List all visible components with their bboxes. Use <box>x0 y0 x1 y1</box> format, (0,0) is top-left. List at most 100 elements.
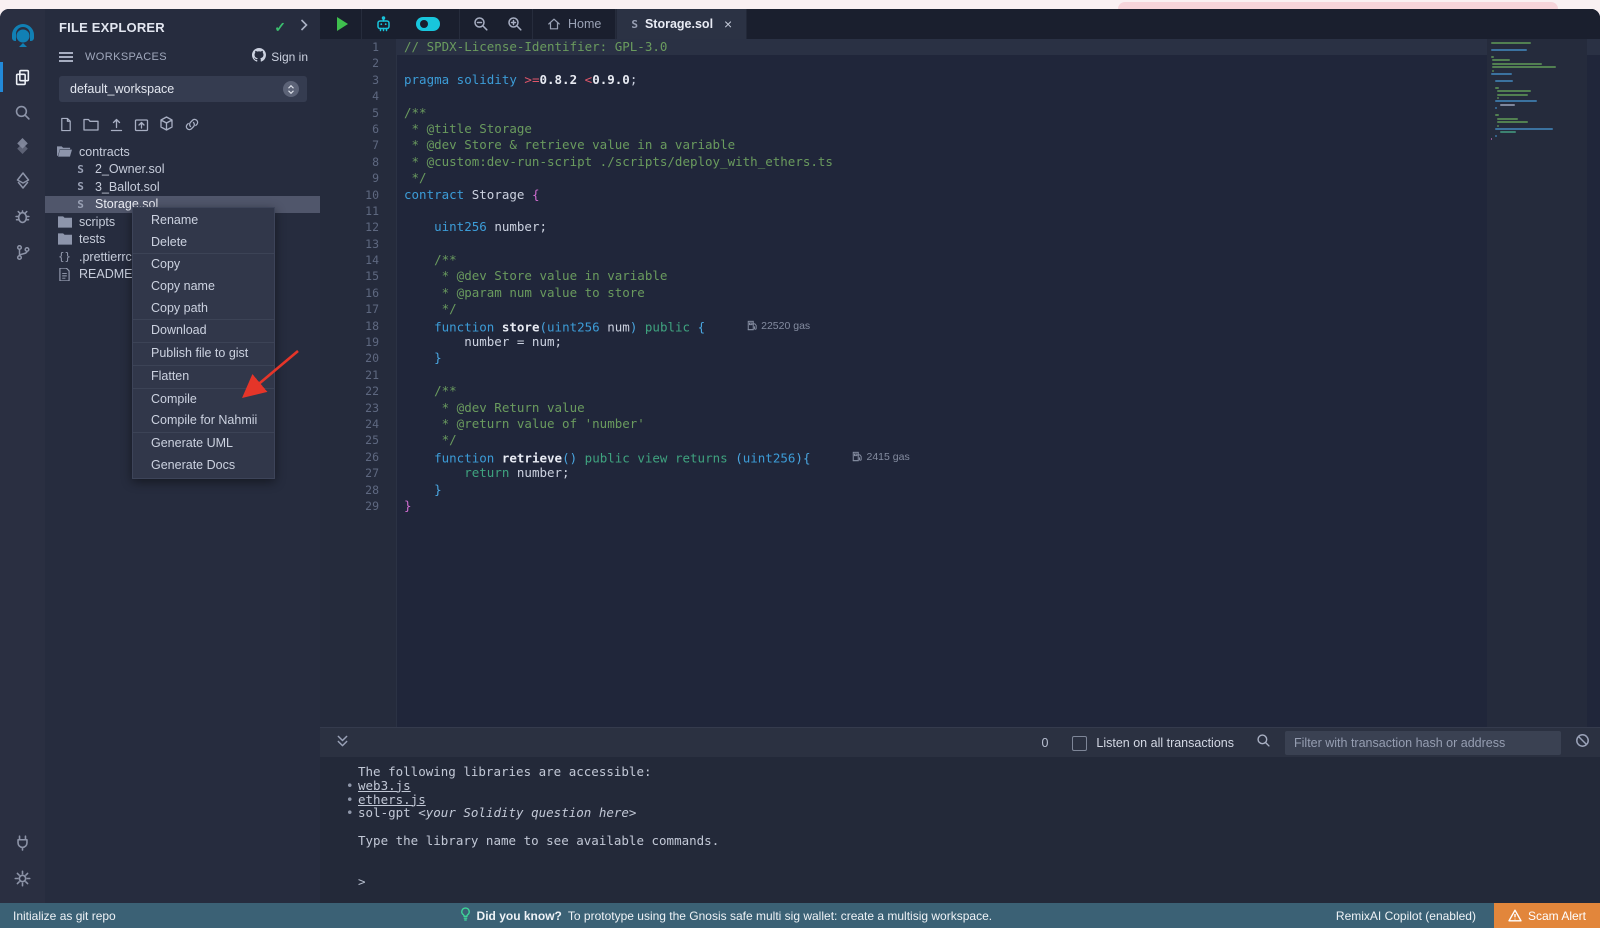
terminal-solgpt-line: sol-gpt <your Solidity question here> <box>358 806 1600 820</box>
workspace-select[interactable]: default_workspace <box>59 76 307 102</box>
run-script-button[interactable] <box>320 9 357 39</box>
terminal-link-web3-js[interactable]: web3.js <box>358 778 411 793</box>
line-number: 16 <box>320 285 396 301</box>
solidity-icon: S <box>73 180 88 193</box>
tree-item-label: tests <box>79 232 105 246</box>
minimap[interactable] <box>1487 39 1587 727</box>
context-menu-item-compile-for-nahmii[interactable]: Compile for Nahmii <box>133 410 274 432</box>
did-you-know-tip: Did you know? To prototype using the Gno… <box>116 907 1336 924</box>
context-menu-item-flatten[interactable]: Flatten <box>133 365 274 388</box>
status-bar: Initialize as git repo Did you know? To … <box>0 903 1600 928</box>
sidebar-deploy-run-icon[interactable] <box>0 163 45 197</box>
sidebar-settings-icon[interactable] <box>0 861 45 895</box>
line-number: 20 <box>320 350 396 366</box>
context-menu-item-generate-uml[interactable]: Generate UML <box>133 432 274 455</box>
folder-open-icon <box>57 145 72 158</box>
context-menu-item-rename[interactable]: Rename <box>133 210 274 232</box>
terminal-lib-line: web3.js <box>358 779 1600 793</box>
chevron-right-icon[interactable] <box>300 18 308 36</box>
context-menu-item-copy[interactable]: Copy <box>133 253 274 276</box>
context-menu-item-publish-file-to-gist[interactable]: Publish file to gist <box>133 342 274 365</box>
upload-folder-icon[interactable] <box>134 117 149 137</box>
copilot-status[interactable]: RemixAI Copilot (enabled) <box>1336 909 1476 923</box>
check-icon: ✓ <box>274 19 286 36</box>
solidity-file-icon: S <box>631 18 638 31</box>
tab-close-icon[interactable]: × <box>724 16 732 32</box>
listen-transactions-checkbox[interactable] <box>1072 736 1087 751</box>
clear-console-icon[interactable] <box>1575 733 1590 753</box>
line-number: 13 <box>320 236 396 252</box>
transaction-filter-input[interactable] <box>1285 731 1561 755</box>
line-number: 24 <box>320 416 396 432</box>
code-line-21: 21 <box>320 367 1600 383</box>
scam-alert-button[interactable]: Scam Alert <box>1494 903 1600 928</box>
code-line-29: 29} <box>320 498 1600 514</box>
init-git-repo-button[interactable]: Initialize as git repo <box>0 909 116 923</box>
tree-item-contracts[interactable]: contracts <box>45 143 320 161</box>
code-editor[interactable]: 1// SPDX-License-Identifier: GPL-3.023pr… <box>320 39 1600 727</box>
line-number: 8 <box>320 154 396 170</box>
line-number: 2 <box>320 55 396 71</box>
remix-logo-icon[interactable] <box>0 17 45 57</box>
sign-in-button[interactable]: Sign in <box>252 48 308 65</box>
new-folder-icon[interactable] <box>83 117 99 137</box>
terminal-prompt[interactable]: > <box>358 875 1600 889</box>
terminal-intro-line: The following libraries are accessible: <box>358 765 1600 779</box>
code-line-27: 27 return number; <box>320 465 1600 481</box>
code-line-6: 6 * @title Storage <box>320 121 1600 137</box>
tree-item-3-ballot-sol[interactable]: S 3_Ballot.sol <box>45 178 320 196</box>
line-number: 29 <box>320 498 396 514</box>
ai-copilot-icon[interactable] <box>366 9 401 39</box>
code-line-10: 10contract Storage { <box>320 187 1600 203</box>
tab-storage-sol[interactable]: S Storage.sol × <box>616 9 747 39</box>
zoom-out-icon[interactable] <box>464 9 498 39</box>
tree-item-2-owner-sol[interactable]: S2_Owner.sol <box>45 161 320 179</box>
line-number: 1 <box>320 39 396 55</box>
cube-icon[interactable] <box>159 116 174 137</box>
sidebar-debugger-icon[interactable] <box>0 199 45 233</box>
context-menu-item-delete[interactable]: Delete <box>133 232 274 254</box>
transaction-count-badge: 0 <box>1041 736 1048 750</box>
sidebar-git-icon[interactable] <box>0 235 45 269</box>
copilot-toggle[interactable] <box>401 9 455 39</box>
zoom-in-icon[interactable] <box>498 9 532 39</box>
terminal-output[interactable]: The following libraries are accessible: … <box>320 757 1600 903</box>
upload-file-icon[interactable] <box>109 117 124 137</box>
sidebar-solidity-compiler-icon[interactable] <box>0 129 45 163</box>
tab-home[interactable]: Home <box>532 9 616 39</box>
line-number: 17 <box>320 301 396 317</box>
context-menu-item-copy-name[interactable]: Copy name <box>133 276 274 298</box>
line-number: 12 <box>320 219 396 235</box>
github-icon <box>252 48 266 65</box>
line-number: 26 <box>320 449 396 465</box>
tree-item-label: 3_Ballot.sol <box>95 180 160 194</box>
code-line-14: 14 /** <box>320 252 1600 268</box>
context-menu-item-generate-docs[interactable]: Generate Docs <box>133 455 274 477</box>
link-icon[interactable] <box>184 117 200 137</box>
context-menu-item-compile[interactable]: Compile <box>133 388 274 411</box>
editor-toolbar: Home S Storage.sol × <box>320 9 1600 40</box>
gas-estimate-badge: 22520 gas <box>747 318 810 334</box>
tree-item-label: README. <box>79 267 136 281</box>
solidity-icon: S <box>73 163 88 176</box>
terminal-link-ethers-js[interactable]: ethers.js <box>358 792 426 807</box>
workspace-selected-value: default_workspace <box>70 82 174 96</box>
code-line-17: 17 */ <box>320 301 1600 317</box>
sidebar-file-explorer-icon[interactable] <box>0 60 45 94</box>
tab-home-label: Home <box>568 17 601 31</box>
hamburger-menu-icon[interactable] <box>59 56 73 58</box>
panel-title: FILE EXPLORER <box>59 20 274 35</box>
code-line-19: 19 number = num; <box>320 334 1600 350</box>
sidebar-plugin-manager-icon[interactable] <box>0 825 45 859</box>
sidebar-search-icon[interactable] <box>0 95 45 129</box>
context-menu-item-copy-path[interactable]: Copy path <box>133 298 274 320</box>
icon-sidebar <box>0 9 46 903</box>
home-icon <box>547 17 561 31</box>
line-number: 25 <box>320 432 396 448</box>
terminal-expand-icon[interactable] <box>336 734 349 753</box>
new-file-icon[interactable] <box>59 117 73 137</box>
terminal-search-icon[interactable] <box>1256 733 1271 753</box>
context-menu-item-download[interactable]: Download <box>133 319 274 342</box>
main-area: Home S Storage.sol × 1// SPDX-License-Id… <box>320 9 1600 903</box>
code-line-7: 7 * @dev Store & retrieve value in a var… <box>320 137 1600 153</box>
